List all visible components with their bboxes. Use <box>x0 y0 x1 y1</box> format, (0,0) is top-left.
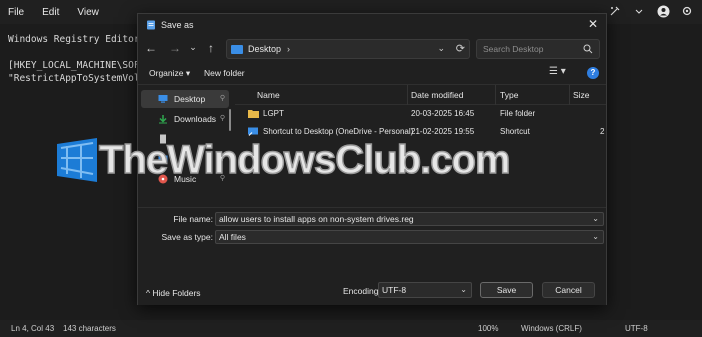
up-icon[interactable]: ↑ <box>203 41 219 55</box>
cancel-button[interactable]: Cancel <box>542 282 595 298</box>
file-size: 2 <box>600 127 605 136</box>
chevron-down-icon[interactable]: ⌄ <box>592 231 599 243</box>
file-name-value: allow users to install apps on non-syste… <box>219 214 414 224</box>
pictures-icon <box>158 155 168 163</box>
shortcut-icon <box>248 127 258 136</box>
editor-line: [HKEY_LOCAL_MACHINE\SOFTWA <box>8 60 143 71</box>
pin-icon: ⚲ <box>219 95 225 102</box>
column-header-date[interactable]: Date modified <box>411 90 463 100</box>
new-folder-button[interactable]: New folder <box>204 68 245 78</box>
nav-item-label: Desktop <box>174 94 206 104</box>
search-icon <box>583 44 593 57</box>
address-separator-icon[interactable]: › <box>287 44 290 54</box>
dialog-toolbar: Organize ▾ New folder ☰ ▾ ? <box>138 63 606 85</box>
column-divider[interactable] <box>495 85 496 105</box>
nav-item-label: Downloads <box>174 114 217 124</box>
chevron-down-icon[interactable]: ⌄ <box>460 283 467 297</box>
help-icon[interactable]: ? <box>587 67 599 79</box>
encoding-select[interactable]: UTF-8 ⌄ <box>378 282 472 298</box>
dialog-footer: ^ Hide Folders Encoding: UTF-8 ⌄ Save Ca… <box>138 255 606 305</box>
address-location[interactable]: Desktop <box>248 44 281 54</box>
column-header-name[interactable]: Name <box>257 90 280 100</box>
nav-item-desktop[interactable]: Desktop ⚲ <box>141 90 229 108</box>
dialog-titlebar: Save as ✕ <box>138 14 606 35</box>
status-zoom[interactable]: 100% <box>478 324 498 333</box>
notepad-right-controls <box>608 4 694 18</box>
encoding-label: Encoding: <box>343 286 381 296</box>
column-headers: Name Date modified Type Size <box>235 85 606 105</box>
column-divider[interactable] <box>569 85 570 105</box>
nav-scrollbar[interactable] <box>229 109 231 131</box>
copilot-icon[interactable] <box>608 4 622 18</box>
file-name-field[interactable]: allow users to install apps on non-syste… <box>215 212 604 226</box>
address-bar[interactable]: Desktop › ⌄ ⟳ <box>226 39 470 59</box>
file-name-label: File name: <box>173 214 213 224</box>
menu-edit[interactable]: Edit <box>42 7 59 18</box>
menu-view[interactable]: View <box>77 7 99 18</box>
column-header-size[interactable]: Size <box>573 90 590 100</box>
file-name: Shortcut to Desktop (OneDrive - Personal… <box>263 127 414 136</box>
account-icon[interactable] <box>656 4 670 18</box>
file-list: Name Date modified Type Size LGPT 20-03-… <box>235 85 606 207</box>
save-type-label: Save as type: <box>161 232 213 242</box>
save-type-value: All files <box>219 232 246 242</box>
view-options-icon[interactable]: ☰ ▾ <box>549 66 566 77</box>
document-icon <box>160 134 166 144</box>
save-as-dialog: Save as ✕ ← → ⌄ ↑ Desktop › ⌄ ⟳ Search D… <box>137 13 607 305</box>
pin-icon: ⚲ <box>219 175 225 182</box>
file-row-lgpt[interactable]: LGPT 20-03-2025 16:45 File folder <box>235 105 606 123</box>
file-type: File folder <box>500 109 536 118</box>
address-dropdown-icon[interactable]: ⌄ <box>437 43 445 54</box>
pin-icon: ⚲ <box>219 155 225 162</box>
editor-line: "RestrictAppToSystemVolume <box>8 73 143 84</box>
status-position: Ln 4, Col 43 <box>11 324 55 333</box>
save-button[interactable]: Save <box>480 282 533 298</box>
downloads-icon <box>159 115 167 124</box>
chevron-down-icon[interactable] <box>632 4 646 18</box>
desktop-folder-icon <box>231 44 243 54</box>
nav-item-label: Music <box>174 174 197 184</box>
history-chevron-icon[interactable]: ⌄ <box>185 42 201 53</box>
nav-item-pictures[interactable]: ⚲ <box>141 150 229 168</box>
nav-item-music[interactable]: Music ⚲ <box>141 170 229 188</box>
music-icon <box>158 174 168 184</box>
navigation-pane: Desktop ⚲ Downloads ⚲ ⚲ Music ⚲ <box>138 85 234 207</box>
dialog-navbar: ← → ⌄ ↑ Desktop › ⌄ ⟳ Search Desktop <box>138 35 606 63</box>
column-header-type[interactable]: Type <box>500 90 518 100</box>
editor-line: Windows Registry Editor Ve <box>8 34 143 45</box>
file-date: 21-02-2025 19:55 <box>411 127 475 136</box>
dialog-fields: File name: allow users to install apps o… <box>138 207 606 255</box>
desktop-icon <box>158 95 168 103</box>
save-type-select[interactable]: All files ⌄ <box>215 230 604 244</box>
column-divider[interactable] <box>407 85 408 105</box>
status-line-endings[interactable]: Windows (CRLF) <box>521 324 582 333</box>
back-icon[interactable]: ← <box>143 41 159 55</box>
file-date: 20-03-2025 16:45 <box>411 109 475 118</box>
pin-icon: ⚲ <box>219 115 225 122</box>
dialog-title: Save as <box>161 19 194 30</box>
file-type: Shortcut <box>500 127 530 136</box>
chevron-down-icon[interactable]: ⌄ <box>592 213 599 225</box>
notepad-statusbar: Ln 4, Col 43 143 characters 100% Windows… <box>0 320 702 337</box>
forward-icon[interactable]: → <box>167 41 183 55</box>
hide-folders-button[interactable]: ^ Hide Folders <box>146 288 201 298</box>
notepad-app-icon <box>147 20 155 29</box>
folder-icon <box>248 110 259 118</box>
file-row-shortcut[interactable]: Shortcut to Desktop (OneDrive - Personal… <box>235 123 606 141</box>
search-placeholder: Search Desktop <box>483 44 544 54</box>
status-encoding[interactable]: UTF-8 <box>625 324 648 333</box>
menu-file[interactable]: File <box>8 7 24 18</box>
encoding-value: UTF-8 <box>382 285 407 295</box>
refresh-icon[interactable]: ⟳ <box>456 42 465 55</box>
search-input[interactable]: Search Desktop <box>476 39 600 59</box>
nav-item-documents[interactable] <box>141 130 229 148</box>
file-name: LGPT <box>263 109 284 118</box>
nav-item-downloads[interactable]: Downloads ⚲ <box>141 110 229 128</box>
organize-button[interactable]: Organize ▾ <box>149 68 190 79</box>
close-icon[interactable]: ✕ <box>588 17 598 31</box>
status-characters: 143 characters <box>63 324 116 333</box>
dialog-body: Desktop ⚲ Downloads ⚲ ⚲ Music ⚲ Name Dat… <box>138 85 606 207</box>
settings-icon[interactable] <box>680 4 694 18</box>
